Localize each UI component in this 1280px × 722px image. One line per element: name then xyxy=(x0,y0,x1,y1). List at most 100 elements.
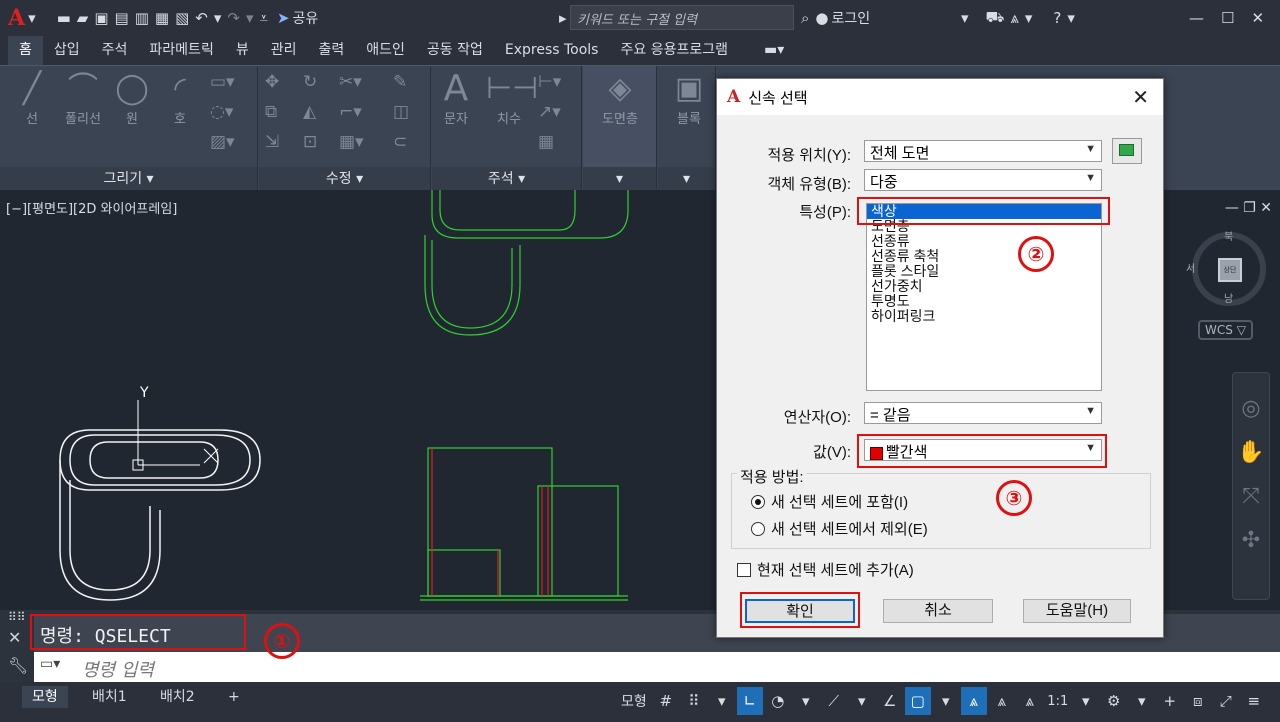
layout-tab-layout1[interactable]: 배치1 xyxy=(82,686,137,708)
command-grip-icon[interactable]: ⠿⠿ xyxy=(8,610,26,624)
compass-west[interactable]: 서 xyxy=(1186,260,1195,275)
annotation-scale-icon[interactable]: ⩓ xyxy=(1017,687,1043,715)
dialog-title-bar[interactable]: A 신속 선택 ✕ xyxy=(717,79,1163,115)
orbit-icon[interactable]: ✣ xyxy=(1233,519,1269,563)
login-button[interactable]: 로그인 xyxy=(832,8,871,28)
minimize-icon[interactable]: — xyxy=(1189,6,1204,30)
autodesk-app-icon[interactable]: ⩓ xyxy=(1010,6,1018,30)
polar-dropdown-icon[interactable]: ▾ xyxy=(793,687,819,715)
app-dropdown-icon[interactable]: ▾ xyxy=(1025,6,1033,30)
annotation-scale-value[interactable]: 1:1 xyxy=(1045,687,1071,715)
viewcube-top-face[interactable]: 상단 xyxy=(1218,258,1242,282)
properties-list[interactable]: 색상 도면층 선종류 선종류 축척 플롯 스타일 선가중치 투명도 하이퍼링크 xyxy=(866,203,1102,391)
login-dropdown-icon[interactable]: ▾ xyxy=(961,6,969,30)
copy-icon[interactable]: ⧉ xyxy=(265,102,277,122)
block-panel-expand[interactable]: ▾ xyxy=(658,167,715,191)
viewcube-compass[interactable]: 상단 북 남 서 xyxy=(1186,232,1266,306)
property-item-linetype-scale[interactable]: 선종류 축척 xyxy=(867,249,1101,264)
annotation-visibility-icon[interactable]: ⩓ xyxy=(960,687,987,715)
mirror-icon[interactable]: ◭ xyxy=(303,102,316,122)
maximize-icon[interactable]: ☐ xyxy=(1221,6,1234,30)
property-item-hyperlink[interactable]: 하이퍼링크 xyxy=(867,309,1101,324)
annotation-panel-label[interactable]: 주석 ▾ xyxy=(432,167,581,191)
pan-hand-icon[interactable]: ✋ xyxy=(1233,431,1269,475)
text-tool[interactable]: A 문자 xyxy=(436,70,476,128)
save-as-icon[interactable]: ▤ xyxy=(115,6,129,30)
auto-scale-icon[interactable]: ⩓ xyxy=(989,687,1015,715)
cancel-button[interactable]: 취소 xyxy=(883,599,993,623)
circle-tool[interactable]: ◯ 원 xyxy=(112,70,152,127)
compass-north[interactable]: 북 xyxy=(1224,228,1233,243)
fillet-icon[interactable]: ⌐▾ xyxy=(339,102,362,122)
tab-featured-apps[interactable]: 주요 응용프로그램 xyxy=(609,36,739,65)
help-icon[interactable]: ? xyxy=(1053,6,1061,30)
help-button[interactable]: 도움말(H) xyxy=(1023,599,1131,623)
tab-home[interactable]: 홈 xyxy=(8,36,43,65)
isodraft-dropdown-icon[interactable]: ▾ xyxy=(849,687,875,715)
snap-dropdown-icon[interactable]: ▾ xyxy=(709,687,735,715)
app-menu-chevron-icon[interactable]: ▾ xyxy=(28,6,36,30)
object-snap-icon[interactable]: ▢ xyxy=(904,687,931,715)
print-icon[interactable]: ▧ xyxy=(175,6,189,30)
compass-south[interactable]: 남 xyxy=(1224,290,1233,305)
command-close-icon[interactable]: ✕ xyxy=(8,628,21,647)
isodraft-icon[interactable]: ⟋ xyxy=(821,687,847,715)
share-button[interactable]: 공유 xyxy=(293,8,319,28)
offset-icon[interactable]: ⊂ xyxy=(393,132,407,152)
tab-addins[interactable]: 애드인 xyxy=(355,36,416,65)
close-window-icon[interactable]: ✕ xyxy=(1251,6,1264,30)
search-input[interactable]: 키워드 또는 구절 입력 xyxy=(570,5,794,30)
autocad-logo[interactable]: A xyxy=(8,5,25,31)
polyline-tool[interactable]: ⌒ 폴리선 xyxy=(58,70,108,127)
isolate-objects-icon[interactable]: ⧈ xyxy=(1185,687,1211,715)
rectangle-icon[interactable]: ▭▾ xyxy=(210,72,235,92)
wcs-menu[interactable]: WCS ▽ xyxy=(1198,320,1253,340)
customize-menu-icon[interactable]: ≡ xyxy=(1241,687,1267,715)
array-icon[interactable]: ▦▾ xyxy=(339,132,364,152)
web-save-icon[interactable]: ▦ xyxy=(155,6,169,30)
dialog-close-icon[interactable]: ✕ xyxy=(1132,85,1149,110)
workspace-dropdown-icon[interactable]: ▾ xyxy=(1129,687,1155,715)
polar-icon[interactable]: ◔ xyxy=(765,687,791,715)
object-snap-dropdown-icon[interactable]: ▾ xyxy=(933,687,959,715)
property-item-plot-style[interactable]: 플롯 스타일 xyxy=(867,264,1101,279)
workspace-gear-icon[interactable]: ⚙ xyxy=(1101,687,1127,715)
ribbon-display-toggle-icon[interactable]: ▬▾ xyxy=(753,36,795,65)
viewport-window-controls[interactable]: — ❐ ✕ xyxy=(1225,200,1272,216)
ortho-icon[interactable]: ∟ xyxy=(736,687,763,715)
apply-to-select[interactable]: 전체 도면 ▼ xyxy=(864,140,1102,162)
share-icon[interactable]: ➤ xyxy=(277,6,290,30)
command-customize-icon[interactable]: 🔧︎ xyxy=(8,656,28,675)
draw-panel-label[interactable]: 그리기 ▾ xyxy=(0,167,257,191)
redo-dropdown-icon[interactable]: ▾ xyxy=(246,6,254,30)
model-space-button[interactable]: 모형 xyxy=(617,687,651,715)
hatch-icon[interactable]: ◌▾ xyxy=(210,102,233,122)
tab-insert[interactable]: 삽입 xyxy=(43,36,91,65)
user-icon[interactable]: ● xyxy=(815,6,828,30)
undo-icon[interactable]: ↶ xyxy=(195,6,208,30)
help-dropdown-icon[interactable]: ▾ xyxy=(1067,6,1075,30)
trim-icon[interactable]: ✂▾ xyxy=(339,72,362,92)
modify-panel-label[interactable]: 수정 ▾ xyxy=(259,167,430,191)
tab-manage[interactable]: 관리 xyxy=(260,36,308,65)
include-radio[interactable]: 새 선택 세트에 포함(I) xyxy=(751,491,908,512)
linear-dim-icon[interactable]: ⊢▾ xyxy=(538,72,561,92)
layers-panel-expand[interactable]: ▾ xyxy=(583,167,656,191)
gradient-icon[interactable]: ▨▾ xyxy=(210,132,235,152)
append-checkbox[interactable]: 현재 선택 세트에 추가(A) xyxy=(737,559,914,580)
object-type-select[interactable]: 다중 ▼ xyxy=(864,169,1102,191)
grid-icon[interactable]: # xyxy=(653,687,679,715)
add-layout-button[interactable]: + xyxy=(218,686,250,708)
line-tool[interactable]: ╱ 선 xyxy=(12,70,52,127)
explode-icon[interactable]: ◫ xyxy=(393,102,409,122)
tab-view[interactable]: 뷰 xyxy=(225,36,260,65)
leader-icon[interactable]: ↗▾ xyxy=(538,102,561,122)
stretch-icon[interactable]: ⇲ xyxy=(265,132,279,152)
table-icon[interactable]: ▦ xyxy=(538,132,554,152)
tab-annotate[interactable]: 주석 xyxy=(91,36,139,65)
object-snap-tracking-icon[interactable]: ∠ xyxy=(877,687,903,715)
property-item-transparency[interactable]: 투명도 xyxy=(867,294,1101,309)
move-icon[interactable]: ✥ xyxy=(265,72,279,92)
save-icon[interactable]: ▣ xyxy=(94,6,108,30)
tab-parametric[interactable]: 파라메트릭 xyxy=(138,36,224,65)
